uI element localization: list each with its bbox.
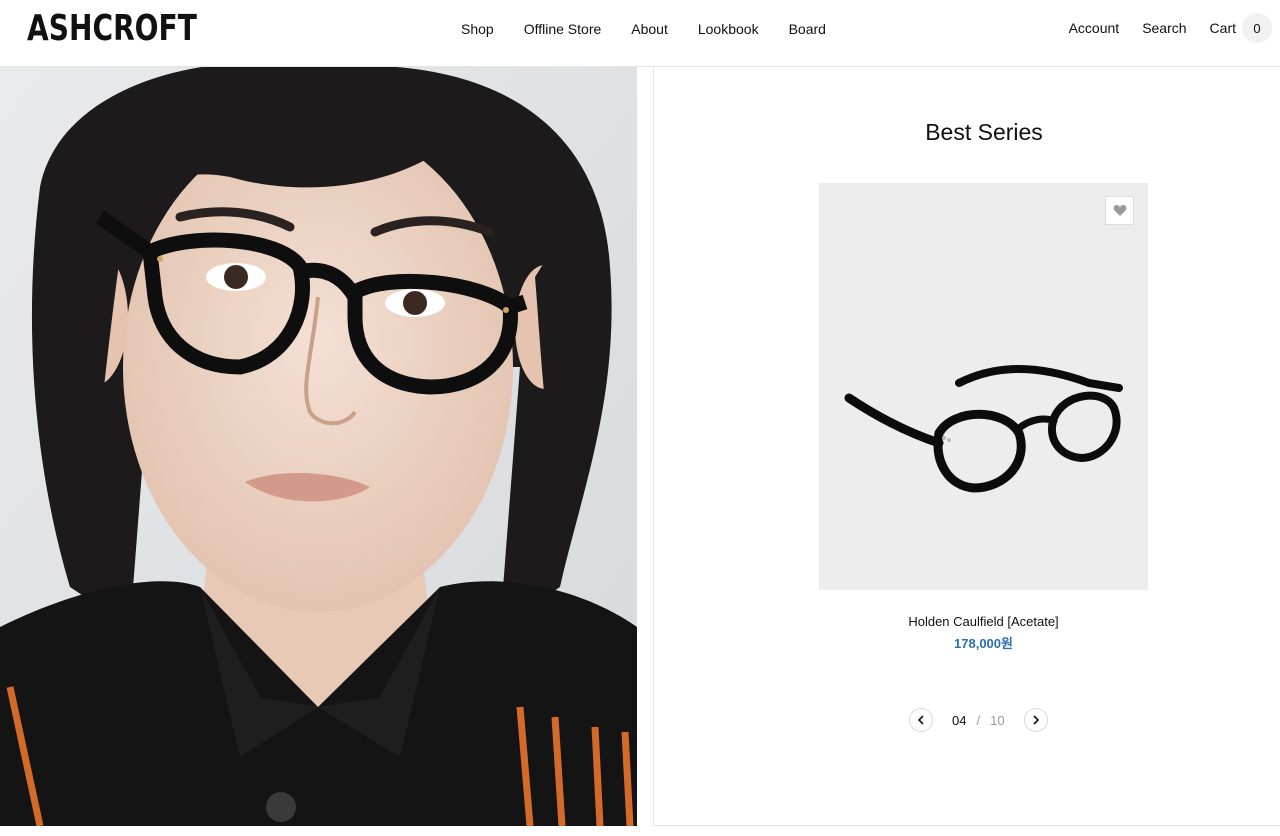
account-link[interactable]: Account <box>1069 12 1120 44</box>
chevron-right-icon <box>1032 715 1039 725</box>
pager-separator: / <box>976 712 981 728</box>
section-title: Best Series <box>925 119 1043 145</box>
cart-count-badge[interactable]: 0 <box>1242 13 1272 43</box>
utility-nav: Account Search Cart 0 <box>1046 12 1272 44</box>
pager-current: 04 <box>952 712 967 728</box>
main-nav: Shop Offline Store About Lookbook Board <box>461 20 856 38</box>
wishlist-button[interactable] <box>1105 196 1134 225</box>
best-series-panel: Best Series Holden Caulfield [Acetate] 1… <box>653 67 1280 826</box>
chevron-left-icon <box>917 715 924 725</box>
prev-button[interactable] <box>909 708 933 732</box>
heart-icon <box>1113 205 1126 216</box>
product-name[interactable]: Holden Caulfield [Acetate] <box>819 614 1148 629</box>
nav-shop[interactable]: Shop <box>461 20 494 38</box>
glasses-product-image <box>819 183 1148 590</box>
carousel-pager: 04 / 10 <box>909 708 1048 732</box>
site-header: ASHCROFT Shop Offline Store About Lookbo… <box>0 0 1280 67</box>
cart-link[interactable]: Cart <box>1210 12 1236 44</box>
product-image-card[interactable] <box>819 183 1148 590</box>
hero-model-photo <box>0 67 637 826</box>
search-link[interactable]: Search <box>1142 12 1186 44</box>
next-button[interactable] <box>1023 708 1048 732</box>
nav-offline-store[interactable]: Offline Store <box>524 20 602 38</box>
nav-lookbook[interactable]: Lookbook <box>698 20 759 38</box>
model-illustration <box>0 67 637 826</box>
pager-total: 10 <box>990 712 1005 728</box>
nav-about[interactable]: About <box>631 20 668 38</box>
nav-board[interactable]: Board <box>789 20 826 38</box>
brand-logo[interactable]: ASHCROFT <box>27 9 197 49</box>
product-price: 178,000원 <box>954 636 1013 651</box>
